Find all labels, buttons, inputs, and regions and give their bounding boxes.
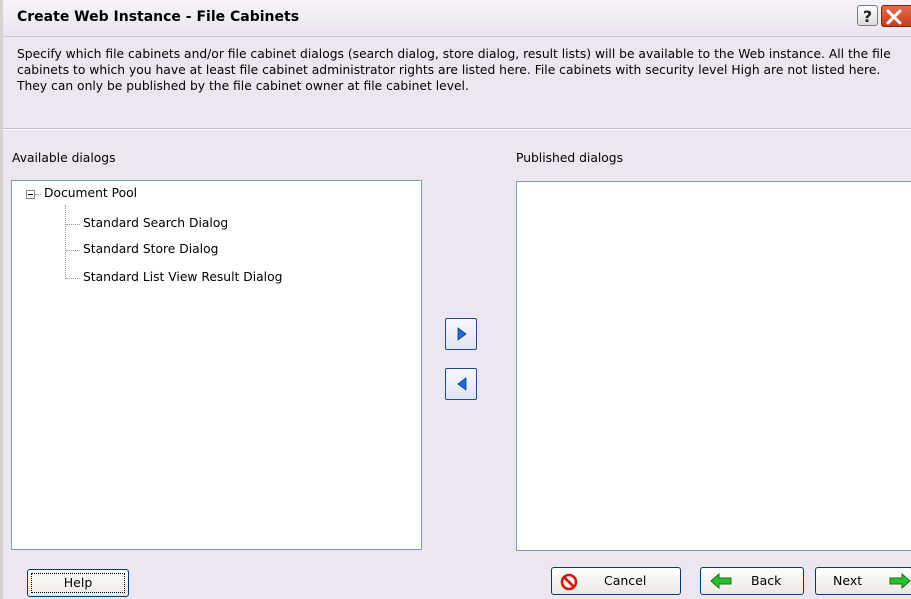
tree-node-label: Document Pool — [44, 186, 138, 200]
available-dialogs-tree[interactable]: Document Pool Standard Search Dialog Sta… — [11, 180, 422, 550]
unpublish-button[interactable] — [445, 368, 477, 400]
published-dialogs-label: Published dialogs — [516, 151, 624, 165]
back-label: Back — [751, 573, 782, 588]
tree-item-result-dialog[interactable]: Standard List View Result Dialog — [83, 270, 282, 284]
tree-connector — [65, 205, 66, 279]
next-label: Next — [833, 573, 863, 588]
tree-item-store-dialog[interactable]: Standard Store Dialog — [83, 242, 218, 256]
arrow-right-green-icon — [889, 573, 911, 589]
instructions-text: Specify which file cabinets and/or file … — [17, 47, 891, 93]
tree-connector — [35, 194, 41, 195]
collapse-icon[interactable] — [26, 190, 35, 199]
tree-connector — [66, 224, 80, 225]
arrow-right-icon — [457, 327, 467, 341]
cancel-label: Cancel — [604, 573, 647, 588]
cancel-button[interactable]: Cancel — [551, 567, 681, 595]
wizard-window: Create Web Instance - File Cabinets ? Sp… — [0, 0, 911, 599]
help-button[interactable]: Help — [27, 569, 129, 597]
header-divider — [3, 128, 911, 130]
close-button[interactable] — [881, 5, 911, 27]
window-title: Create Web Instance - File Cabinets — [17, 9, 300, 25]
published-dialogs-list[interactable] — [516, 181, 911, 551]
help-title-button[interactable]: ? — [857, 5, 878, 26]
tree-connector — [66, 278, 80, 279]
focus-rect — [31, 573, 125, 593]
arrow-left-green-icon — [710, 573, 732, 589]
question-icon: ? — [862, 7, 873, 26]
close-icon — [886, 9, 902, 25]
available-dialogs-label: Available dialogs — [12, 151, 116, 165]
arrow-left-icon — [457, 377, 467, 391]
next-button[interactable]: Next — [815, 567, 911, 595]
back-button[interactable]: Back — [700, 567, 804, 595]
tree-connector — [66, 250, 80, 251]
publish-button[interactable] — [445, 318, 477, 350]
title-bar: Create Web Instance - File Cabinets ? — [3, 0, 911, 37]
tree-item-search-dialog[interactable]: Standard Search Dialog — [83, 216, 228, 230]
no-entry-icon — [560, 573, 578, 591]
